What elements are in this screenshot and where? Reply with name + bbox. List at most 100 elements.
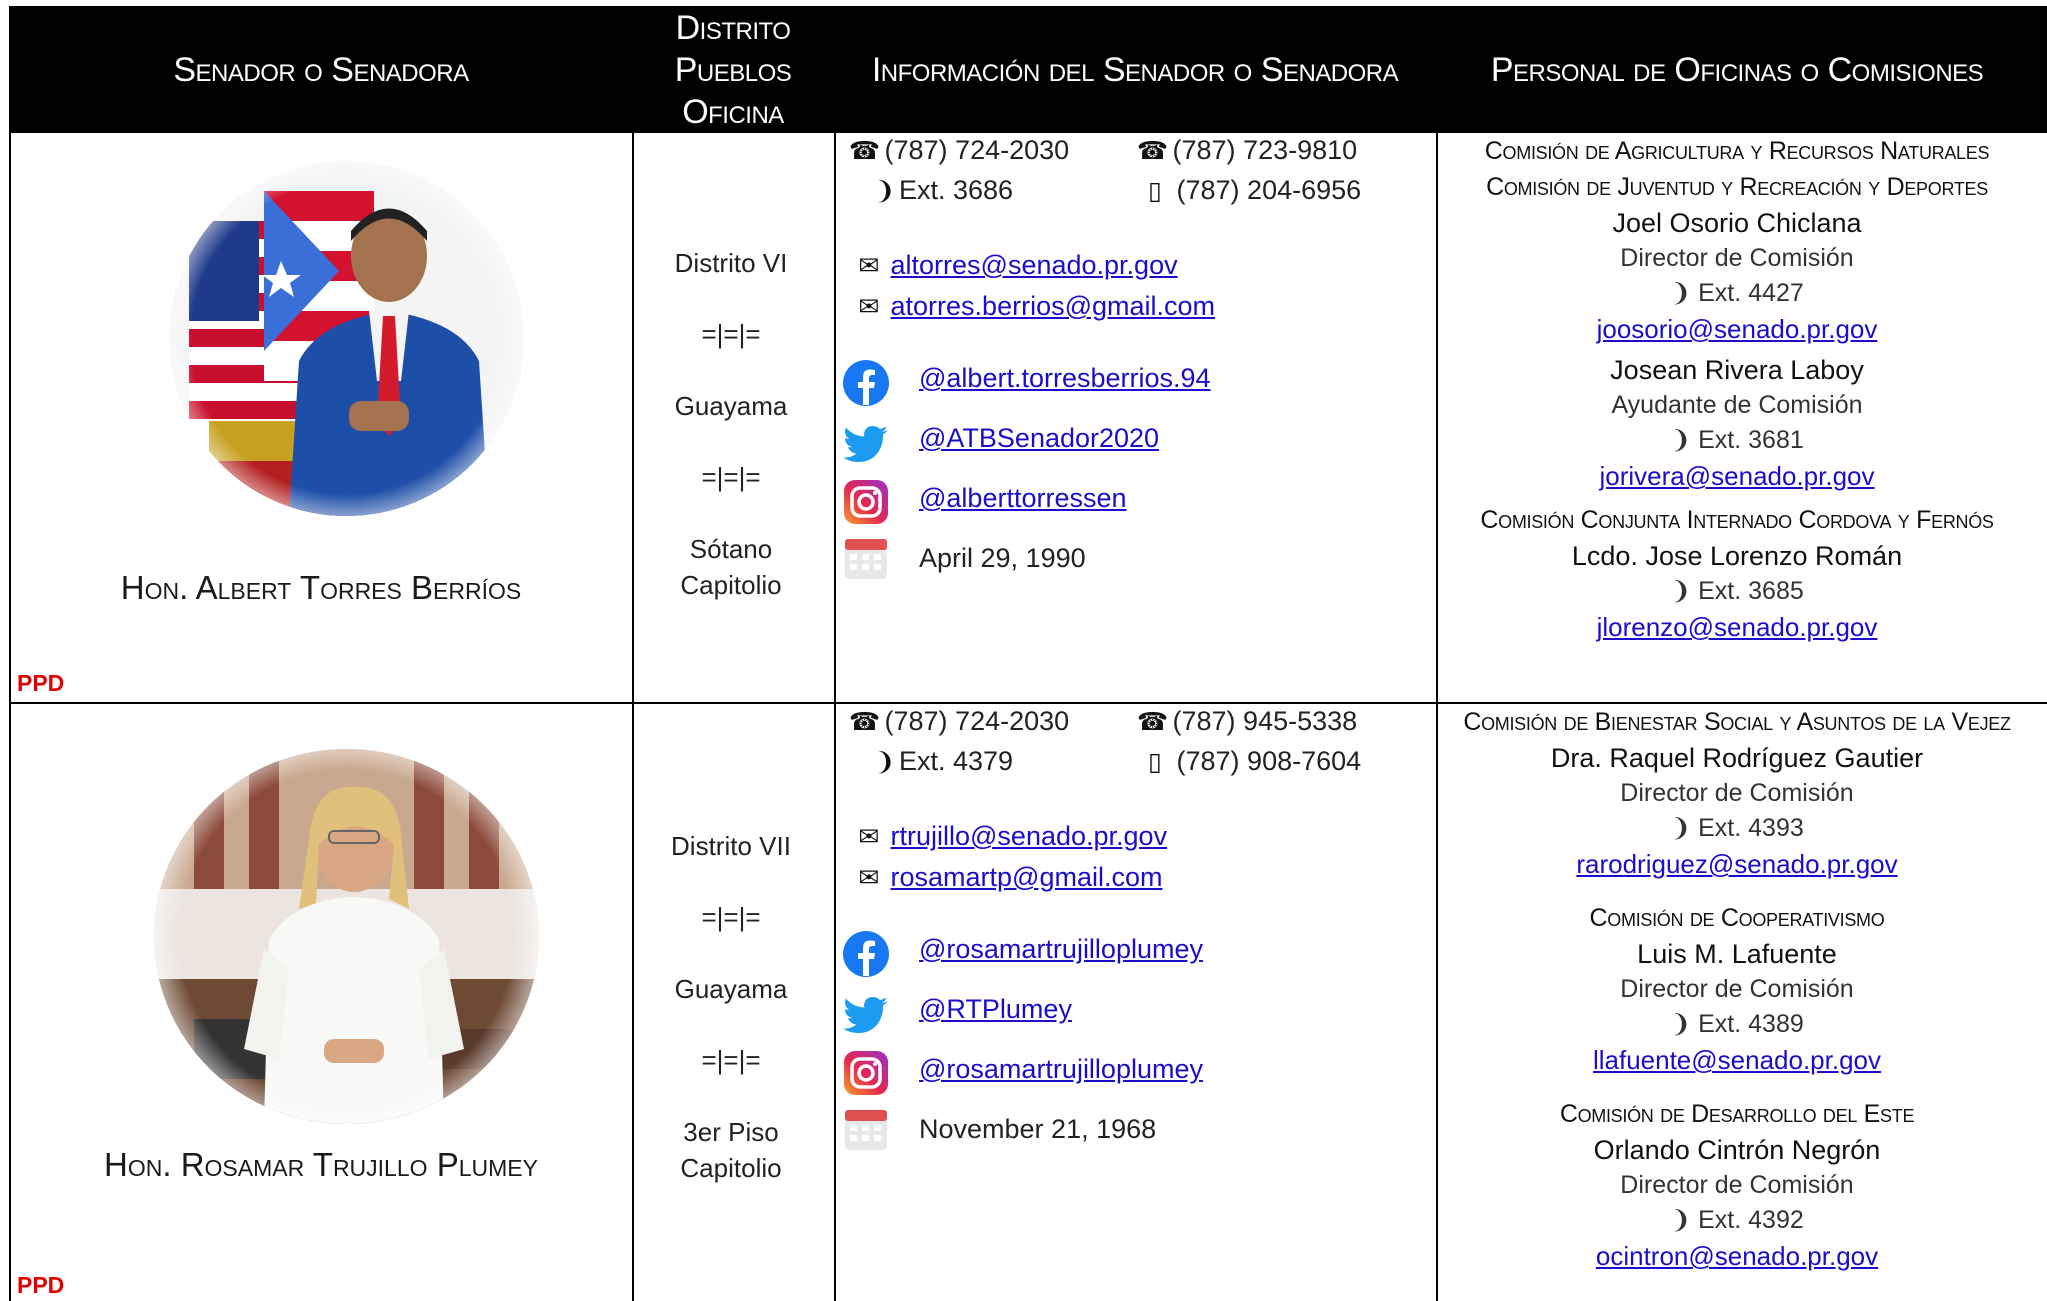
mobile-number: (787) 908-7604 bbox=[1176, 746, 1362, 776]
twitter-line: @ATBSenador2020 bbox=[919, 423, 1159, 454]
commission-name: Comisión de Desarrollo del Este bbox=[1559, 1100, 1915, 1128]
twitter-link[interactable]: @ATBSenador2020 bbox=[919, 423, 1159, 453]
staff-extension: ❩ Ext. 3681 bbox=[1437, 423, 2037, 458]
header-senator: Senador o Senadora bbox=[9, 6, 633, 133]
commission-name: Comisión de Cooperativismo bbox=[1589, 904, 1885, 932]
phone-number: (787) 724-2030 bbox=[884, 706, 1070, 736]
staff-name: Orlando Cintrón Negrón bbox=[1593, 1135, 1881, 1165]
extension-icon: ❩ bbox=[874, 177, 896, 205]
town: Guayama bbox=[674, 391, 788, 421]
staff-name: Joel Osorio Chiclana bbox=[1612, 208, 1862, 238]
instagram-icon bbox=[844, 480, 888, 524]
header-office-label: Oficina bbox=[682, 92, 784, 131]
email-line: ✉ rtrujillo@senado.pr.gov bbox=[855, 821, 1168, 852]
staff-email-link[interactable]: jlorenzo@senado.pr.gov bbox=[1437, 609, 2037, 645]
separator: =|=|= bbox=[701, 462, 761, 492]
extension-icon: ❩ bbox=[1670, 426, 1699, 454]
separator: =|=|= bbox=[701, 319, 761, 349]
office-line-1: Sótano bbox=[689, 534, 773, 564]
instagram-line: @rosamartrujilloplumey bbox=[919, 1054, 1203, 1085]
header-staff: Personal de Oficinas o Comisiones bbox=[1437, 6, 2037, 133]
extension-number: Ext. 3685 bbox=[1698, 577, 1804, 605]
email-icon: ✉ bbox=[858, 823, 880, 851]
staff-title: Director de Comisión bbox=[1620, 779, 1854, 807]
table-row: Hon. Rosamar Trujillo Plumey PPD Distrit… bbox=[9, 704, 2047, 1301]
extension-icon: ❩ bbox=[1670, 1206, 1699, 1234]
extension-line: ❩ Ext. 3686 bbox=[871, 175, 1014, 206]
email-icon: ✉ bbox=[858, 293, 880, 321]
staff-email-link[interactable]: jorivera@senado.pr.gov bbox=[1437, 458, 2037, 494]
email-icon: ✉ bbox=[858, 864, 880, 892]
staff-name: Dra. Raquel Rodríguez Gautier bbox=[1550, 743, 1924, 773]
instagram-line: @alberttorressen bbox=[919, 483, 1127, 514]
header-district-label: Distrito bbox=[675, 8, 791, 47]
mobile-line: ▯ (787) 908-7604 bbox=[1141, 746, 1361, 777]
table-row: Hon. Albert Torres Berríos PPD Distrito … bbox=[9, 133, 2047, 702]
extension-number: Ext. 3681 bbox=[1698, 426, 1804, 454]
facebook-icon bbox=[843, 360, 889, 406]
facebook-icon bbox=[843, 931, 889, 977]
phone-number: (787) 723-9810 bbox=[1172, 135, 1358, 165]
email-link[interactable]: altorres@senado.pr.gov bbox=[891, 250, 1178, 280]
extension-icon: ❩ bbox=[1670, 814, 1699, 842]
phone-line: ☎ (787) 724-2030 bbox=[849, 135, 1069, 166]
commission-name: Comisión de Juventud y Recreación y Depo… bbox=[1486, 173, 1988, 201]
staff-email-link[interactable]: ocintron@senado.pr.gov bbox=[1437, 1238, 2037, 1274]
header-info: Información del Senador o Senadora bbox=[835, 6, 1435, 133]
party-badge: PPD bbox=[17, 1272, 65, 1298]
extension-icon: ❩ bbox=[1670, 577, 1699, 605]
extension-icon: ❩ bbox=[1670, 279, 1699, 307]
town: Guayama bbox=[674, 974, 788, 1004]
header-staff-label: Personal de Oficinas o Comisiones bbox=[1490, 50, 1984, 89]
separator: =|=|= bbox=[701, 902, 761, 932]
staff-extension: ❩ Ext. 3685 bbox=[1437, 574, 2037, 609]
email-icon: ✉ bbox=[858, 252, 880, 280]
phone-line-2: ☎ (787) 723-9810 bbox=[1137, 135, 1357, 166]
header-district: Distrito Pueblos Oficina bbox=[633, 6, 833, 133]
extension-icon: ❩ bbox=[874, 748, 896, 776]
email-link[interactable]: rtrujillo@senado.pr.gov bbox=[891, 821, 1168, 851]
office-line-2: Capitolio bbox=[680, 570, 782, 600]
staff-extension: ❩ Ext. 4427 bbox=[1437, 276, 2037, 311]
staff-extension: ❩ Ext. 4389 bbox=[1437, 1007, 2037, 1042]
email-line-2: ✉ atorres.berrios@gmail.com bbox=[855, 291, 1216, 322]
district: Distrito VII bbox=[671, 831, 791, 861]
extension-number: Ext. 3686 bbox=[899, 175, 1014, 205]
staff-extension: ❩ Ext. 4392 bbox=[1437, 1203, 2037, 1238]
staff-email-link[interactable]: joosorio@senado.pr.gov bbox=[1437, 311, 2037, 347]
instagram-link[interactable]: @rosamartrujilloplumey bbox=[919, 1054, 1203, 1084]
phone-line: ☎ (787) 724-2030 bbox=[849, 706, 1069, 737]
twitter-icon bbox=[843, 426, 888, 462]
instagram-link[interactable]: @alberttorressen bbox=[919, 483, 1127, 513]
birthday-line: April 29, 1990 bbox=[919, 543, 1086, 574]
senator-name: Hon. Rosamar Trujillo Plumey bbox=[104, 1146, 538, 1183]
phone-icon: ☎ bbox=[849, 708, 881, 736]
senator-directory-table: Senador o Senadora Distrito Pueblos Ofic… bbox=[9, 6, 2047, 1301]
twitter-link[interactable]: @RTPlumey bbox=[919, 994, 1072, 1024]
facebook-link[interactable]: @rosamartrujilloplumey bbox=[919, 934, 1203, 964]
extension-number: Ext. 4379 bbox=[899, 746, 1014, 776]
birthday: April 29, 1990 bbox=[919, 543, 1086, 573]
senator-photo bbox=[154, 749, 539, 1124]
mobile-icon: ▯ bbox=[1148, 177, 1162, 205]
senator-photo bbox=[169, 161, 524, 516]
staff-email-link[interactable]: rarodriguez@senado.pr.gov bbox=[1437, 846, 2037, 882]
office-line-1: 3er Piso bbox=[683, 1117, 779, 1147]
district: Distrito VI bbox=[674, 248, 788, 278]
email-link[interactable]: atorres.berrios@gmail.com bbox=[891, 291, 1216, 321]
email-line: ✉ altorres@senado.pr.gov bbox=[855, 250, 1178, 281]
phone-icon: ☎ bbox=[1137, 137, 1169, 165]
header-senator-label: Senador o Senadora bbox=[173, 50, 469, 89]
extension-number: Ext. 4389 bbox=[1698, 1010, 1804, 1038]
staff-panel: Comisión de Agricultura y Recursos Natur… bbox=[1437, 133, 2037, 645]
extension-number: Ext. 4427 bbox=[1698, 279, 1804, 307]
header-towns-label: Pueblos bbox=[674, 50, 792, 89]
facebook-line: @rosamartrujilloplumey bbox=[919, 934, 1203, 965]
email-link[interactable]: rosamartp@gmail.com bbox=[891, 862, 1163, 892]
staff-extension: ❩ Ext. 4393 bbox=[1437, 811, 2037, 846]
facebook-link[interactable]: @albert.torresberrios.94 bbox=[919, 363, 1211, 393]
staff-email-link[interactable]: llafuente@senado.pr.gov bbox=[1437, 1042, 2037, 1078]
email-line-2: ✉ rosamartp@gmail.com bbox=[855, 862, 1163, 893]
phone-icon: ☎ bbox=[1137, 708, 1169, 736]
extension-number: Ext. 4392 bbox=[1698, 1206, 1804, 1234]
